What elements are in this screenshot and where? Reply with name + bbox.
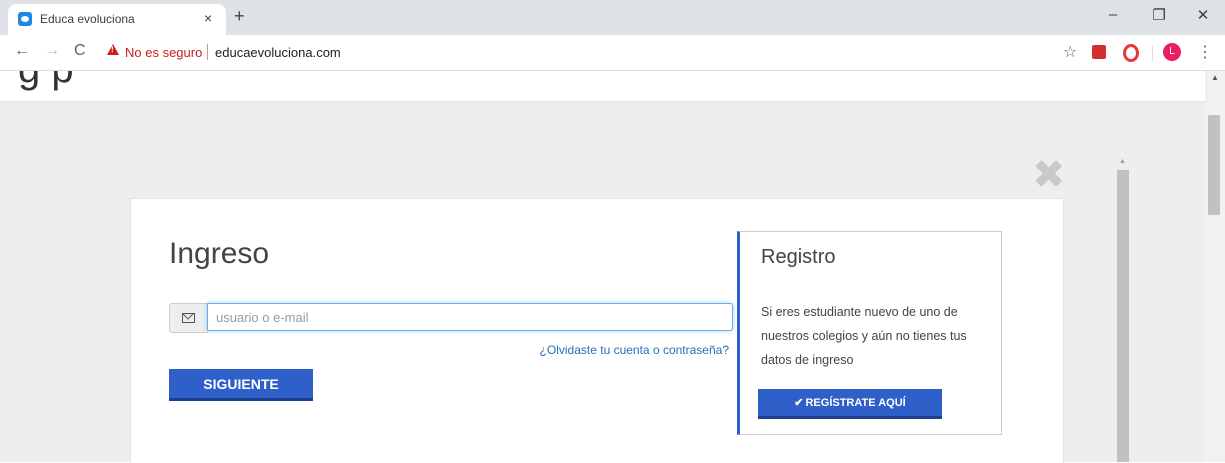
- modal-scroll-thumb[interactable]: [1117, 170, 1129, 462]
- browser-tabstrip: Educa evoluciona × + – ❐ ✕: [0, 0, 1225, 35]
- address-bar[interactable]: No es seguro educaevoluciona.com: [97, 40, 1097, 66]
- forward-button[interactable]: →: [44, 42, 60, 60]
- register-panel: Registro Si eres estudiante nuevo de uno…: [737, 231, 1002, 435]
- bookmark-star-icon[interactable]: ☆: [1063, 42, 1077, 62]
- tab-title: Educa evoluciona: [40, 12, 135, 26]
- modal-scroll-up-arrow-icon[interactable]: ▲: [1119, 158, 1126, 165]
- register-title: Registro: [761, 246, 836, 268]
- opera-extension-icon[interactable]: [1123, 44, 1139, 62]
- close-modal-icon[interactable]: ✖: [1032, 155, 1066, 195]
- login-modal: Ingreso ¿Olvidaste tu cuenta o contraseñ…: [130, 198, 1064, 463]
- browser-tab[interactable]: Educa evoluciona ×: [8, 4, 226, 35]
- page-scroll-thumb[interactable]: [1208, 115, 1220, 215]
- extension-separator: [1152, 45, 1153, 61]
- username-input[interactable]: [207, 303, 733, 331]
- forgot-account-link[interactable]: ¿Olvidaste tu cuenta o contraseña?: [521, 343, 729, 357]
- url-text[interactable]: educaevoluciona.com: [215, 45, 341, 60]
- username-input-group: [169, 303, 733, 333]
- next-button[interactable]: SIGUIENTE: [169, 369, 313, 401]
- page-header: g p: [0, 71, 1205, 102]
- window-close-button[interactable]: ✕: [1193, 6, 1213, 24]
- restore-button[interactable]: ❐: [1149, 6, 1169, 24]
- app-favicon-icon: [18, 12, 32, 26]
- register-button[interactable]: ✔ REGÍSTRATE AQUÍ: [758, 389, 942, 419]
- scroll-up-arrow-icon[interactable]: ▲: [1211, 73, 1219, 82]
- pdf-extension-icon[interactable]: [1092, 45, 1106, 59]
- mail-icon: [182, 313, 195, 323]
- page-scrollbar[interactable]: ▲: [1205, 71, 1225, 462]
- back-button[interactable]: ←: [14, 42, 30, 60]
- new-tab-button[interactable]: +: [234, 6, 245, 27]
- reload-button[interactable]: C: [74, 42, 86, 60]
- login-title: Ingreso: [169, 237, 270, 270]
- check-icon: ✔: [794, 397, 804, 409]
- modal-scrollbar[interactable]: ▲: [1117, 158, 1129, 462]
- input-addon: [169, 303, 208, 333]
- minimize-button[interactable]: –: [1103, 6, 1123, 23]
- profile-avatar[interactable]: L: [1163, 43, 1181, 61]
- tab-close-button[interactable]: ×: [204, 10, 212, 26]
- warning-icon[interactable]: [107, 44, 119, 55]
- security-indicator[interactable]: No es seguro: [125, 45, 202, 60]
- register-description: Si eres estudiante nuevo de uno de nuest…: [761, 305, 967, 367]
- browser-menu-icon[interactable]: ⋮: [1197, 42, 1213, 62]
- page-heading-clipped: g p: [18, 71, 74, 92]
- browser-toolbar: ← → C No es seguro educaevoluciona.com: [0, 35, 1225, 71]
- register-button-label: REGÍSTRATE AQUÍ: [805, 397, 906, 409]
- address-separator: [207, 44, 208, 60]
